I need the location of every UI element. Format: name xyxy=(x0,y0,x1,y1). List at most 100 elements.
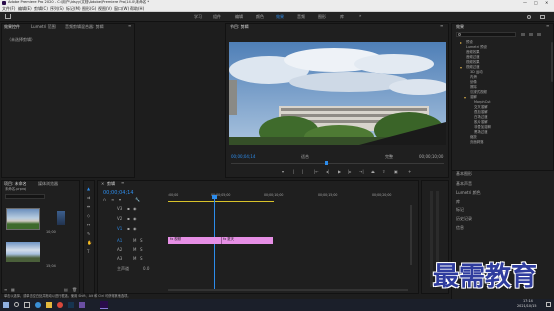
effects-folder[interactable]: Lumetri 预设 xyxy=(466,45,487,49)
menu-clip[interactable]: 剪辑(C) xyxy=(34,7,48,11)
panel-menu-icon[interactable]: ≡ xyxy=(440,24,443,28)
go-to-in-button[interactable]: |← xyxy=(314,170,319,174)
solo-icon[interactable]: S xyxy=(140,239,143,243)
type-tool-icon[interactable]: T xyxy=(87,250,89,254)
effects-folder[interactable]: 音频过渡 xyxy=(466,55,480,59)
effects-scrollbar[interactable] xyxy=(551,42,553,82)
32bit-effects-icon[interactable] xyxy=(529,33,533,36)
extract-button[interactable]: ⇪ xyxy=(382,170,385,174)
track-a3-label[interactable]: A3 xyxy=(117,257,122,261)
program-scrub-bar[interactable] xyxy=(231,163,444,164)
home-icon[interactable] xyxy=(5,14,11,19)
task-view-icon[interactable] xyxy=(24,302,30,308)
mute-icon[interactable]: M xyxy=(133,239,136,243)
effects-item[interactable]: 白场过渡 xyxy=(474,115,488,119)
section-history[interactable]: 历史记录 xyxy=(456,217,472,221)
section-markers[interactable]: 标记 xyxy=(456,208,464,212)
section-lumetri-color[interactable]: Lumetri 颜色 xyxy=(456,191,481,195)
effects-folder[interactable]: 视频效果 xyxy=(466,60,480,64)
timeline-ruler[interactable]: :00;00 00;00;05;00 00;00;10;00 00;00;15;… xyxy=(168,190,408,203)
minimize-button[interactable]: — xyxy=(523,1,527,5)
menu-marker[interactable]: 标记(M) xyxy=(66,7,81,11)
timeline-settings-icon[interactable]: 🔧 xyxy=(135,198,140,202)
effects-item[interactable]: MorphCut xyxy=(474,100,491,104)
effects-folder[interactable]: 溶解 xyxy=(470,95,477,99)
play-button[interactable]: ▶ xyxy=(338,170,341,174)
menu-window[interactable]: 窗口(W) xyxy=(114,7,129,11)
track-v1-label[interactable]: V1 xyxy=(117,227,122,231)
panel-menu-icon[interactable]: ≡ xyxy=(546,24,549,28)
timeline-tab[interactable]: 剪辑 xyxy=(107,182,115,186)
project-item[interactable] xyxy=(6,208,40,230)
accelerated-effects-icon[interactable] xyxy=(521,33,525,36)
effects-item[interactable]: 叠加溶解 xyxy=(474,110,488,114)
eye-icon[interactable]: ◉ xyxy=(133,227,137,231)
effects-folder[interactable]: 视频过渡 xyxy=(466,65,480,69)
search-icon[interactable] xyxy=(527,15,531,19)
panel-menu-icon[interactable]: ≡ xyxy=(121,181,124,185)
master-track-value[interactable]: 0.0 xyxy=(143,267,149,271)
new-item-icon[interactable]: ▤ xyxy=(64,288,68,292)
eye-icon[interactable]: ◉ xyxy=(133,207,137,211)
project-item[interactable] xyxy=(6,242,40,262)
tab-effect-controls[interactable]: 效果控件 xyxy=(4,25,20,29)
workspace-learn[interactable]: 学习 xyxy=(194,15,202,19)
lock-icon[interactable]: ▪ xyxy=(127,227,130,231)
tab-project[interactable]: 项目: 未命名 xyxy=(4,182,27,186)
effects-item[interactable]: 黑场过渡 xyxy=(474,130,488,134)
effects-folder[interactable]: 划像 xyxy=(470,80,477,84)
go-to-out-button[interactable]: →| xyxy=(359,170,364,174)
lift-button[interactable]: ⏏ xyxy=(371,170,375,174)
effects-search-input[interactable] xyxy=(456,32,516,37)
maximize-button[interactable]: □ xyxy=(534,1,538,5)
section-essential-graphics[interactable]: 基本图形 xyxy=(456,172,472,176)
add-marker-icon[interactable]: ▾ xyxy=(119,198,121,202)
program-title[interactable]: 节目: 剪辑 xyxy=(230,25,249,29)
file-explorer-icon[interactable] xyxy=(46,302,52,308)
effects-folder[interactable]: 内滑 xyxy=(470,75,477,79)
list-view-icon[interactable]: ≡ xyxy=(4,288,7,292)
add-button[interactable]: + xyxy=(408,170,411,174)
chrome-icon[interactable] xyxy=(57,302,63,308)
track-v3-label[interactable]: V3 xyxy=(117,207,122,211)
icon-view-icon[interactable]: ▦ xyxy=(11,288,15,292)
tab-lumetri-scopes[interactable]: Lumetri 范围 xyxy=(31,25,56,29)
playhead-handle-icon[interactable] xyxy=(212,195,217,199)
effects-item[interactable]: 非叠加溶解 xyxy=(474,125,491,129)
menu-graphics[interactable]: 图形(G) xyxy=(82,7,96,11)
clock-time[interactable]: 17:14 xyxy=(523,299,533,303)
quality-dropdown[interactable]: 完整 xyxy=(385,155,393,159)
project-item[interactable] xyxy=(57,211,65,225)
premiere-taskbar-icon[interactable] xyxy=(100,301,108,309)
lock-icon[interactable]: ▪ xyxy=(127,207,130,211)
workspace-effects[interactable]: 效果 xyxy=(276,15,284,19)
menu-sequence[interactable]: 序列(S) xyxy=(50,7,64,11)
pen-tool-icon[interactable]: ✎ xyxy=(87,232,90,236)
project-search-input[interactable] xyxy=(5,194,45,199)
program-playhead[interactable] xyxy=(325,161,328,165)
track-select-tool-icon[interactable]: ⇉ xyxy=(87,196,90,200)
menu-file[interactable]: 文件(F) xyxy=(2,7,15,11)
program-timecode[interactable]: 00;00;04;14 xyxy=(231,155,255,159)
effects-folder[interactable]: 沉浸式视频 xyxy=(470,90,487,94)
delete-icon[interactable]: 🗑 xyxy=(72,288,77,292)
section-essential-sound[interactable]: 基本声音 xyxy=(456,182,472,186)
tab-media-browser[interactable]: 媒体浏览器 xyxy=(38,182,58,186)
effects-folder[interactable]: 缩放 xyxy=(470,135,477,139)
close-button[interactable]: ✕ xyxy=(545,1,548,5)
workspace-assembly[interactable]: 组件 xyxy=(213,15,221,19)
hand-tool-icon[interactable]: ✋ xyxy=(87,241,92,245)
edge-icon[interactable] xyxy=(35,302,41,308)
more-workspaces-button[interactable]: » xyxy=(359,14,361,18)
slip-tool-icon[interactable]: ↔ xyxy=(87,223,90,227)
search-icon[interactable] xyxy=(14,302,19,307)
solo-icon[interactable]: S xyxy=(140,248,143,252)
app-icon[interactable] xyxy=(79,302,85,308)
work-area-bar[interactable] xyxy=(168,201,274,202)
effects-folder[interactable]: 擦除 xyxy=(470,85,477,89)
effects-folder[interactable]: 音频效果 xyxy=(466,50,480,54)
effects-folder[interactable]: 3D 运动 xyxy=(470,70,483,74)
snap-icon[interactable]: ∩ xyxy=(103,198,106,202)
lock-icon[interactable]: ▪ xyxy=(127,217,130,221)
workspace-color[interactable]: 颜色 xyxy=(256,15,264,19)
